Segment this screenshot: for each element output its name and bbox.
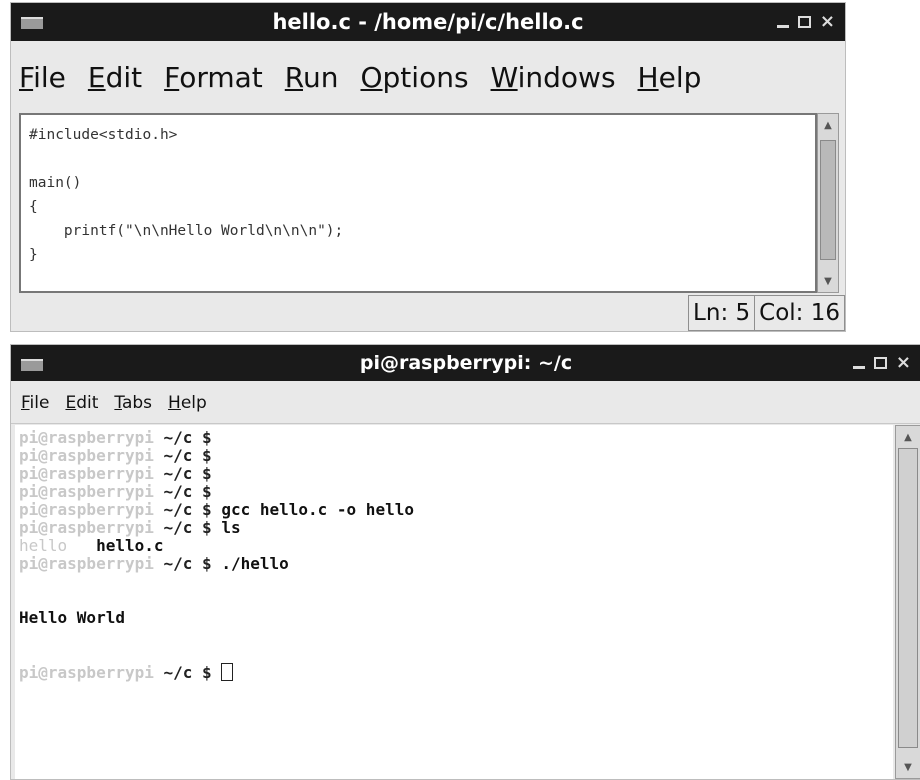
prompt-path: ~/c $ <box>163 554 212 573</box>
prompt-user: pi@raspberrypi <box>19 446 154 465</box>
prompt-path: ~/c $ <box>163 500 212 519</box>
prompt-path: ~/c $ <box>163 446 212 465</box>
prompt-user: pi@raspberrypi <box>19 428 154 447</box>
scroll-up-icon[interactable]: ▲ <box>896 426 920 448</box>
prompt-path: ~/c $ <box>163 482 212 501</box>
terminal-menu-tabs[interactable]: Tabs <box>114 393 152 413</box>
terminal-line: hello hello.c <box>19 537 889 555</box>
command-text: ./hello <box>221 554 289 573</box>
code-line: #include<stdio.h> <box>29 127 178 143</box>
terminal-line: pi@raspberrypi ~/c $ ls <box>19 519 889 537</box>
editor-window: hello.c - /home/pi/c/hello.c × File Edit… <box>10 2 846 332</box>
prompt-user: pi@raspberrypi <box>19 464 154 483</box>
menu-edit[interactable]: Edit <box>88 61 142 94</box>
command-text: ls <box>221 518 241 537</box>
terminal-line: ​ <box>19 591 889 609</box>
prompt-user: pi@raspberrypi <box>19 500 154 519</box>
terminal-titlebar[interactable]: pi@raspberrypi: ~/c × <box>11 345 920 381</box>
scroll-thumb[interactable] <box>820 140 836 260</box>
text-cursor <box>221 663 234 681</box>
terminal-line: ​ <box>19 627 889 645</box>
ls-entry: hello.c <box>96 536 164 555</box>
terminal-line: pi@raspberrypi ~/c $ <box>19 663 889 682</box>
terminal-menubar: File Edit Tabs Help <box>11 383 920 424</box>
terminal-title: pi@raspberrypi: ~/c <box>359 352 573 374</box>
prompt-user: pi@raspberrypi <box>19 663 154 682</box>
editor-title: hello.c - /home/pi/c/hello.c <box>272 10 584 34</box>
terminal-menu-edit[interactable]: Edit <box>65 393 98 413</box>
terminal-line: pi@raspberrypi ~/c $ gcc hello.c -o hell… <box>19 501 889 519</box>
window-controls: × <box>776 3 835 41</box>
code-line: main() <box>29 175 82 191</box>
program-output: Hello World <box>19 608 125 627</box>
terminal-menu-file[interactable]: File <box>21 393 49 413</box>
menu-help[interactable]: Help <box>638 61 702 94</box>
terminal-window-icon <box>21 359 43 371</box>
minimize-icon[interactable] <box>852 365 865 369</box>
prompt-user: pi@raspberrypi <box>19 482 154 501</box>
prompt-user: pi@raspberrypi <box>19 554 154 573</box>
editor-menubar: File Edit Format Run Options Windows Hel… <box>11 43 845 111</box>
terminal-menu-help[interactable]: Help <box>168 393 207 413</box>
prompt-path: ~/c $ <box>163 663 212 682</box>
scroll-down-icon[interactable]: ▼ <box>818 270 838 292</box>
code-line: printf("\n\nHello World\n\n\n"); <box>29 223 344 239</box>
prompt-path: ~/c $ <box>163 518 212 537</box>
menu-file[interactable]: File <box>19 61 66 94</box>
terminal-line: pi@raspberrypi ~/c $ ./hello <box>19 555 889 573</box>
maximize-icon[interactable] <box>797 16 811 28</box>
terminal-line: pi@raspberrypi ~/c $ <box>19 447 889 465</box>
prompt-user: pi@raspberrypi <box>19 518 154 537</box>
code-editor[interactable]: #include<stdio.h> ​ main() { printf("\n\nHe… <box>19 113 817 293</box>
terminal-line: pi@raspberrypi ~/c $ <box>19 483 889 501</box>
terminal-line: Hello World <box>19 609 889 627</box>
scroll-down-icon[interactable]: ▼ <box>896 756 920 778</box>
menu-format[interactable]: Format <box>164 61 263 94</box>
column-indicator: Col: 16 <box>754 295 845 331</box>
prompt-path: ~/c $ <box>163 464 212 483</box>
menu-windows[interactable]: Windows <box>491 61 616 94</box>
prompt-path: ~/c $ <box>163 428 212 447</box>
code-line: } <box>29 247 38 263</box>
menu-options[interactable]: Options <box>360 61 468 94</box>
code-line: { <box>29 199 38 215</box>
code-line: ​ <box>29 147 807 171</box>
terminal-line: ​ <box>19 573 889 591</box>
ls-entry: hello <box>19 536 68 555</box>
minimize-icon[interactable] <box>776 24 789 28</box>
menu-run[interactable]: Run <box>285 61 339 94</box>
terminal-line: pi@raspberrypi ~/c $ <box>19 465 889 483</box>
terminal-line: pi@raspberrypi ~/c $ <box>19 429 889 447</box>
scroll-up-icon[interactable]: ▲ <box>818 114 838 136</box>
close-icon[interactable]: × <box>896 354 911 372</box>
editor-statusbar: Ln: 5 Col: 16 <box>11 295 845 331</box>
line-indicator: Ln: 5 <box>688 295 755 331</box>
maximize-icon[interactable] <box>873 357 887 369</box>
terminal-window: pi@raspberrypi: ~/c × File Edit Tabs Hel… <box>10 344 920 780</box>
terminal-line: ​ <box>19 645 889 663</box>
window-icon <box>21 17 43 29</box>
command-text: gcc hello.c -o hello <box>221 500 414 519</box>
scroll-thumb[interactable] <box>898 448 918 748</box>
editor-scrollbar[interactable]: ▲ ▼ <box>817 113 839 293</box>
editor-titlebar[interactable]: hello.c - /home/pi/c/hello.c × <box>11 3 845 41</box>
close-icon[interactable]: × <box>820 13 835 31</box>
window-controls: × <box>852 345 911 381</box>
terminal-scrollbar[interactable]: ▲ ▼ <box>895 425 920 779</box>
terminal-output[interactable]: pi@raspberrypi ~/c $ pi@raspberrypi ~/c … <box>15 425 893 779</box>
